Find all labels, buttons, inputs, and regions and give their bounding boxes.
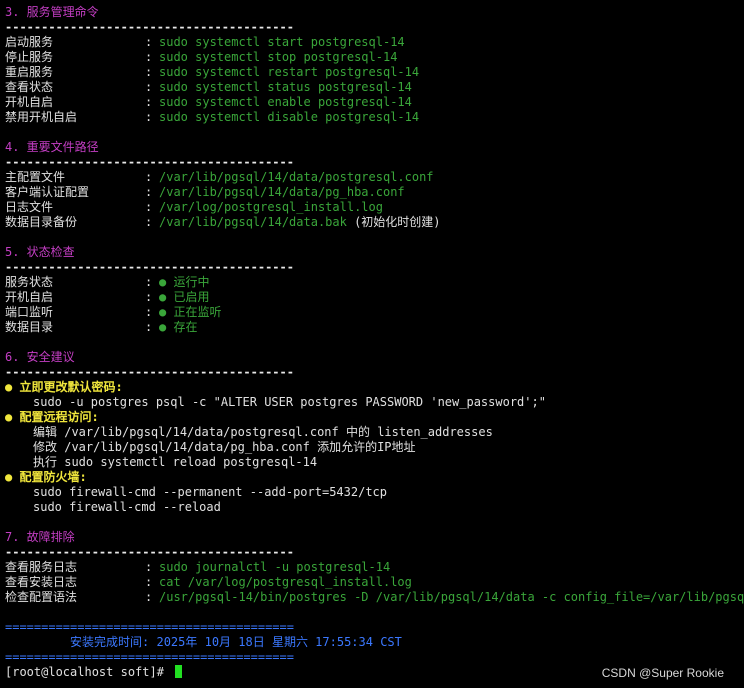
row-restart-service: 重启服务: sudo systemctl restart postgresql-1…: [5, 65, 420, 79]
row-hba-config: 客户端认证配置:/var/lib/pgsql/14/data/pg_hba.co…: [5, 185, 405, 199]
status-indicator: ● 正在监听: [159, 305, 222, 319]
row-start-service: 启动服务: sudo systemctl start postgresql-14: [5, 35, 405, 49]
section-title-troubleshooting: 7. 故障排除: [5, 530, 75, 544]
footer-divider-top: ========================================: [5, 620, 294, 634]
section-divider: ----------------------------------------: [5, 260, 294, 274]
section-title-important-paths: 4. 重要文件路径: [5, 140, 99, 154]
bullet-change-password: ● 立即更改默认密码:: [5, 380, 123, 394]
watermark: CSDN @Super Rookie: [601, 666, 724, 680]
row-autostart-status: 开机自启: ● 已启用: [5, 290, 210, 304]
row-stop-service: 停止服务: sudo systemctl stop postgresql-14: [5, 50, 398, 64]
section-title-security: 6. 安全建议: [5, 350, 75, 364]
row-status-service: 查看状态: sudo systemctl status postgresql-14: [5, 80, 412, 94]
section-divider: ----------------------------------------: [5, 155, 294, 169]
status-indicator: ● 已启用: [159, 290, 210, 304]
row-disable-service: 禁用开机自启: sudo systemctl disable postgresql…: [5, 110, 420, 124]
terminal-window[interactable]: 3. 服务管理命令 ------------------------------…: [5, 5, 744, 688]
row-datadir-status: 数据目录: ● 存在: [5, 320, 198, 334]
bullet-remote-access: ● 配置远程访问:: [5, 410, 99, 424]
row-log-file: 日志文件:/var/log/postgresql_install.log: [5, 200, 383, 214]
instruction-edit-hba-conf: 修改 /var/lib/pgsql/14/data/pg_hba.conf 添加…: [33, 440, 416, 454]
install-complete-time: 安装完成时间: 2025年 10月 18日 星期六 17:55:34 CST: [5, 635, 402, 649]
instruction-reload-service: 执行 sudo systemctl reload postgresql-14: [33, 455, 318, 469]
terminal-cursor: [175, 665, 183, 678]
status-indicator: ● 运行中: [159, 275, 210, 289]
row-service-logs: 查看服务日志: sudo journalctl -u postgresql-14: [5, 560, 391, 574]
instruction-edit-postgresql-conf: 编辑 /var/lib/pgsql/14/data/postgresql.con…: [33, 425, 493, 439]
status-indicator: ● 存在: [159, 320, 198, 334]
command-change-password: sudo -u postgres psql -c "ALTER USER pos…: [33, 395, 546, 409]
command-firewall-reload: sudo firewall-cmd --reload: [33, 500, 221, 514]
row-config-syntax: 检查配置语法:/usr/pgsql-14/bin/postgres -D /va…: [5, 590, 744, 604]
section-divider: ----------------------------------------: [5, 545, 294, 559]
section-title-service-commands: 3. 服务管理命令: [5, 5, 99, 19]
section-divider: ----------------------------------------: [5, 365, 294, 379]
section-title-status-check: 5. 状态检查: [5, 245, 75, 259]
row-install-logs: 查看安装日志: cat /var/log/postgresql_install.l…: [5, 575, 412, 589]
command-firewall-add-port: sudo firewall-cmd --permanent --add-port…: [33, 485, 388, 499]
row-port-status: 端口监听: ● 正在监听: [5, 305, 222, 319]
row-enable-service: 开机自启: sudo systemctl enable postgresql-14: [5, 95, 412, 109]
row-main-config: 主配置文件:/var/lib/pgsql/14/data/postgresql.…: [5, 170, 434, 184]
row-data-backup: 数据目录备份:/var/lib/pgsql/14/data.bak (初始化时创…: [5, 215, 441, 229]
row-service-status: 服务状态: ● 运行中: [5, 275, 210, 289]
bullet-firewall: ● 配置防火墙:: [5, 470, 87, 484]
section-divider: ----------------------------------------: [5, 20, 294, 34]
footer-divider-bottom: ========================================: [5, 650, 294, 664]
shell-prompt: [root@localhost soft]#: [5, 665, 172, 679]
